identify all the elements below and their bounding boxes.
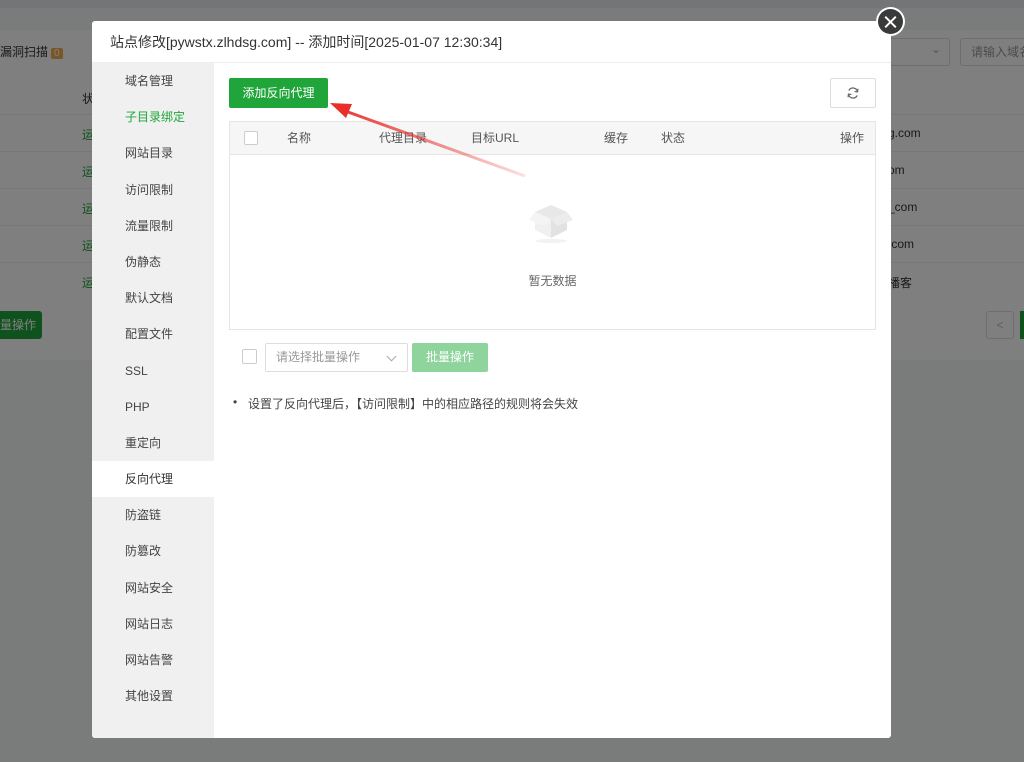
column-header-target-url: 目标URL — [471, 131, 520, 145]
sidebar-item-tamper-proof[interactable]: 防篡改 — [92, 533, 214, 569]
sidebar-item-site-dir[interactable]: 网站目录 — [92, 135, 214, 171]
sidebar-item-rewrite[interactable]: 伪静态 — [92, 244, 214, 280]
close-icon — [878, 9, 903, 34]
sidebar-item-site-security[interactable]: 网站安全 — [92, 570, 214, 606]
column-header-name: 名称 — [287, 131, 312, 145]
sidebar-item-traffic-limit[interactable]: 流量限制 — [92, 208, 214, 244]
sidebar-item-site-alert[interactable]: 网站告警 — [92, 642, 214, 678]
column-header-actions: 操作 — [839, 131, 864, 145]
table-header: 名称 代理目录 目标URL 缓存 状态 操作 — [230, 122, 875, 155]
sidebar-item-redirect[interactable]: 重定向 — [92, 425, 214, 461]
sidebar-item-access-limit[interactable]: 访问限制 — [92, 172, 214, 208]
empty-box-icon — [529, 205, 573, 243]
sidebar-item-hotlink[interactable]: 防盗链 — [92, 497, 214, 533]
add-reverse-proxy-button[interactable]: 添加反向代理 — [229, 78, 328, 108]
column-header-proxy-dir: 代理目录 — [379, 131, 428, 145]
sidebar-item-subdir-binding[interactable]: 子目录绑定 — [92, 99, 214, 135]
reverse-proxy-panel: 添加反向代理 名称 代理目录 目标URL 缓存 状态 操作 暂无数据 请选择批量… — [214, 63, 891, 738]
sidebar-item-config-file[interactable]: 配置文件 — [92, 316, 214, 352]
batch-select-checkbox[interactable] — [242, 349, 257, 364]
column-header-status: 状态 — [661, 131, 686, 145]
batch-select-placeholder: 请选择批量操作 — [276, 350, 361, 364]
sidebar-item-domain[interactable]: 域名管理 — [92, 63, 214, 99]
empty-state-text: 暂无数据 — [528, 274, 577, 288]
sidebar-item-ssl[interactable]: SSL — [92, 353, 214, 389]
refresh-button[interactable] — [830, 78, 876, 108]
site-edit-dialog: 站点修改[pywstx.zlhdsg.com] -- 添加时间[2025-01-… — [92, 21, 891, 738]
sidebar-item-default-doc[interactable]: 默认文档 — [92, 280, 214, 316]
refresh-icon — [847, 87, 859, 99]
batch-operation-button[interactable]: 批量操作 — [412, 343, 488, 372]
reverse-proxy-note: 设置了反向代理后，【访问限制】中的相应路径的规则将会失效 — [233, 395, 578, 412]
close-dialog-button[interactable] — [876, 7, 905, 36]
column-header-cache: 缓存 — [604, 131, 629, 145]
sidebar-item-reverse-proxy[interactable]: 反向代理 — [92, 461, 214, 498]
dialog-sidebar: 域名管理 子目录绑定 网站目录 访问限制 流量限制 伪静态 默认文档 配置文件 … — [92, 63, 214, 738]
chevron-down-icon — [386, 351, 397, 362]
batch-operation-select[interactable]: 请选择批量操作 — [265, 343, 408, 372]
select-all-checkbox[interactable] — [244, 131, 258, 145]
proxy-table: 名称 代理目录 目标URL 缓存 状态 操作 暂无数据 — [229, 121, 876, 330]
sidebar-item-site-log[interactable]: 网站日志 — [92, 606, 214, 642]
dialog-title: 站点修改[pywstx.zlhdsg.com] -- 添加时间[2025-01-… — [92, 21, 891, 63]
sidebar-item-other-settings[interactable]: 其他设置 — [92, 678, 214, 714]
empty-state: 暂无数据 — [230, 156, 875, 329]
sidebar-item-php[interactable]: PHP — [92, 389, 214, 425]
